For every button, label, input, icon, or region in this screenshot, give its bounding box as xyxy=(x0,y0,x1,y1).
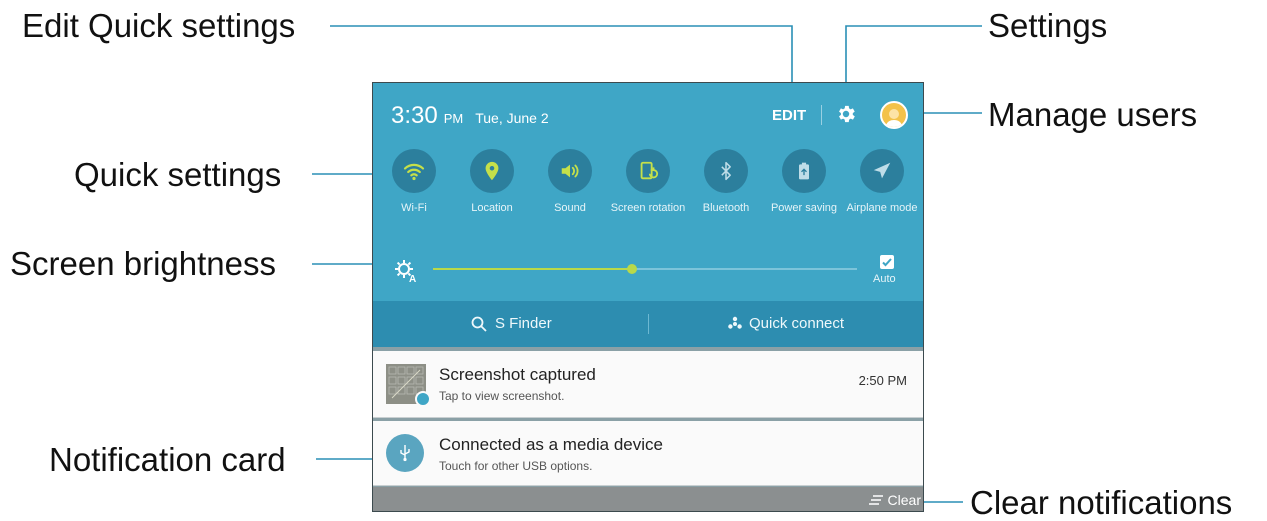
callout-settings: Settings xyxy=(988,7,1108,44)
tile-power-saving[interactable]: Power saving xyxy=(765,149,843,215)
tile-label: Location xyxy=(471,202,513,214)
user-icon xyxy=(886,109,902,127)
usb-symbol xyxy=(400,445,410,462)
notification-subtitle: Tap to view screenshot. xyxy=(439,389,565,403)
tile-airplane-mode[interactable]: Airplane mode xyxy=(843,149,921,215)
callout-screen-brightness: Screen brightness xyxy=(10,245,276,282)
tile-label: Airplane mode xyxy=(846,202,918,214)
clear-label: Clear xyxy=(887,492,921,508)
location-icon xyxy=(485,161,499,181)
screen-rotation-icon xyxy=(640,161,659,180)
usb-icon xyxy=(386,434,424,472)
tile-bluetooth[interactable]: Bluetooth xyxy=(687,149,765,215)
power-saving-icon xyxy=(799,162,809,180)
s-finder-label: S Finder xyxy=(495,315,552,332)
gear-icon[interactable] xyxy=(835,103,857,125)
tile-label: Screen rotation xyxy=(610,202,686,214)
bluetooth-icon xyxy=(721,161,731,181)
notification-title: Screenshot captured xyxy=(439,365,596,384)
edit-quick-settings-button[interactable]: EDIT xyxy=(772,107,806,124)
tile-label: Wi-Fi xyxy=(401,202,427,214)
notification-footer: Clear xyxy=(373,487,923,511)
notification-time: 2:50 PM xyxy=(858,373,907,388)
notification-subtitle: Touch for other USB options. xyxy=(439,459,593,473)
tile-sound[interactable]: Sound xyxy=(531,149,609,215)
brightness-fill xyxy=(433,268,633,270)
tile-screen-rotation[interactable]: Screen rotation xyxy=(609,149,687,215)
notification-panel: 3:30 PM Tue, June 2 EDIT Wi-Fi Location … xyxy=(372,82,924,512)
finder-bar: S Finder Quick connect xyxy=(373,301,923,347)
callout-quick-settings: Quick settings xyxy=(74,156,282,193)
brightness-slider[interactable] xyxy=(433,264,857,274)
notification-title: Connected as a media device xyxy=(439,435,663,454)
tile-wifi[interactable]: Wi-Fi xyxy=(375,149,453,215)
tile-label: Bluetooth xyxy=(702,202,750,214)
status-ampm: PM xyxy=(443,111,464,126)
callout-manage-users: Manage users xyxy=(988,96,1198,133)
quick-settings-panel: 3:30 PM Tue, June 2 EDIT Wi-Fi Location … xyxy=(373,83,923,301)
svg-text:A: A xyxy=(409,274,416,283)
gallery-badge-icon xyxy=(415,391,431,407)
s-finder-button[interactable]: S Finder xyxy=(471,315,552,332)
auto-brightness-icon: A xyxy=(395,260,416,283)
sound-icon xyxy=(561,164,579,178)
callout-notification-card: Notification card xyxy=(49,441,286,478)
clear-icon xyxy=(868,495,883,505)
quick-connect-button[interactable]: Quick connect xyxy=(727,315,844,332)
brightness-thumb[interactable] xyxy=(627,264,638,274)
tile-label: Power saving xyxy=(770,202,838,214)
tile-location[interactable]: Location xyxy=(453,149,531,215)
check-icon xyxy=(882,258,892,267)
status-time: 3:30 xyxy=(391,102,438,129)
status-date: Tue, June 2 xyxy=(475,110,549,126)
callout-edit-quick-settings: Edit Quick settings xyxy=(22,7,296,44)
airplane-icon xyxy=(873,162,891,179)
tile-label: Sound xyxy=(554,202,586,214)
auto-brightness-label: Auto xyxy=(873,273,896,285)
manage-users-avatar[interactable] xyxy=(880,101,908,129)
notification-card-usb[interactable]: Connected as a media device Touch for ot… xyxy=(373,421,923,486)
finder-divider xyxy=(648,314,649,334)
auto-brightness-checkbox[interactable] xyxy=(880,255,894,269)
callout-clear-notifications: Clear notifications xyxy=(970,484,1233,521)
quick-connect-label: Quick connect xyxy=(749,315,845,332)
notification-card-screenshot[interactable]: Screenshot captured Tap to view screensh… xyxy=(373,351,923,418)
search-icon xyxy=(471,316,487,332)
status-clock: 3:30 PM Tue, June 2 xyxy=(391,102,549,130)
quick-settings-tiles: Wi-Fi Location Sound Screen rotation Blu… xyxy=(373,149,923,239)
quick-connect-icon xyxy=(728,316,742,329)
clear-notifications-button[interactable]: Clear xyxy=(868,492,921,508)
wifi-icon xyxy=(403,163,425,181)
header-divider xyxy=(821,105,822,125)
